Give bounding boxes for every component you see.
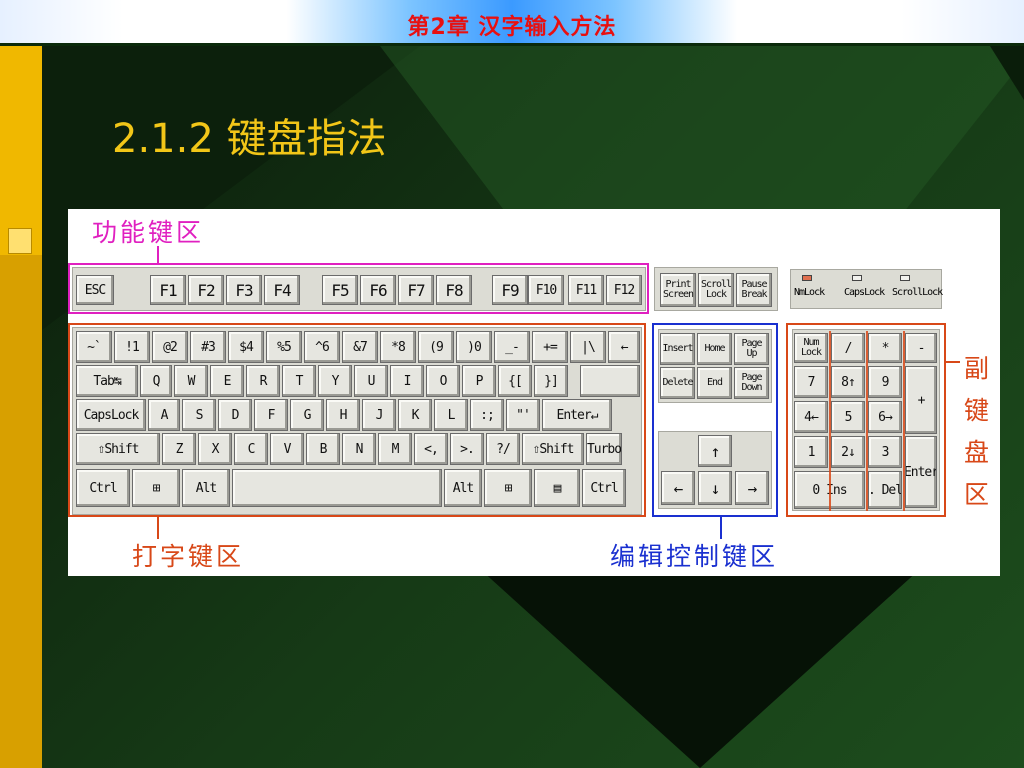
keypad-1-key: 1	[794, 436, 828, 468]
keypad-3-key: 3	[868, 436, 902, 468]
keypad-column-divider	[903, 331, 905, 511]
typing-zone-connector	[157, 517, 159, 539]
page-down-key: Page Down	[734, 367, 769, 399]
keypad-6-key: 6→	[868, 401, 902, 433]
keypad-zone-label-char: 区	[964, 480, 990, 509]
num-lock-key: Num Lock	[794, 333, 828, 363]
keypad-del-key: . Del	[868, 471, 902, 509]
function-zone-label: 功能键区	[92, 218, 205, 247]
scroll-lock-indicator: ScrollLock	[892, 287, 943, 298]
page-up-key: Page Up	[734, 333, 769, 365]
arrow-right-key: →	[735, 471, 769, 505]
end-key: End	[697, 367, 732, 399]
num-lock-indicator-light	[802, 275, 812, 281]
arrow-up-key: ↑	[698, 435, 732, 467]
arrow-down-key: ↓	[698, 471, 732, 505]
insert-key: Insert	[660, 333, 695, 365]
scroll-lock-indicator-light	[900, 275, 910, 281]
keypad-column-divider	[829, 331, 831, 511]
function-zone-box	[68, 263, 649, 314]
home-key: Home	[697, 333, 732, 365]
keypad-4-key: 4←	[794, 401, 828, 433]
print-screen-key: Print Screen	[660, 273, 696, 307]
keypad-zone-label-char: 键	[964, 396, 990, 425]
divide-key: /	[831, 333, 865, 363]
multiply-key: *	[868, 333, 902, 363]
function-zone-connector	[157, 246, 159, 264]
keypad-column-divider	[866, 331, 868, 511]
slide: 第2章 汉字输入方法 2.1.2 键盘指法 ESC F1 F2 F3 F4 F5 F6 F7 F…	[0, 0, 1024, 768]
pause-break-key: Pause Break	[736, 273, 772, 307]
keypad-9-key: 9	[868, 366, 902, 398]
scroll-lock-key: Scroll Lock	[698, 273, 734, 307]
plus-key: +	[905, 366, 937, 434]
keypad-5-key: 5	[831, 401, 865, 433]
left-accent-bar	[0, 0, 42, 768]
keyboard-diagram: ESC F1 F2 F3 F4 F5 F6 F7 F8 F9 F10 F11 F12 功能键区 Print …	[68, 209, 1000, 576]
section-title: 2.1.2 键盘指法	[112, 116, 387, 162]
editing-zone-label: 编辑控制键区	[610, 542, 779, 571]
keypad-8-key: 8↑	[831, 366, 865, 398]
editing-zone-connector	[720, 517, 722, 539]
keypad-zone-label-char: 盘	[964, 438, 990, 467]
chapter-title: 第2章 汉字输入方法	[407, 15, 617, 40]
chapter-header: 第2章 汉字输入方法	[0, 0, 1024, 46]
keypad-7-key: 7	[794, 366, 828, 398]
keypad-enter-key: Enter	[905, 436, 937, 508]
num-lock-indicator: NmLock	[794, 287, 825, 298]
minus-key: -	[905, 333, 937, 363]
keypad-zone-label-char: 副	[964, 354, 990, 383]
caps-lock-indicator-light	[852, 275, 862, 281]
keypad-zone-connector	[946, 361, 960, 363]
typing-zone-label: 打字键区	[132, 542, 245, 571]
caps-lock-indicator: CapsLock	[844, 287, 885, 298]
arrow-left-key: ←	[661, 471, 695, 505]
keypad-2-key: 2↓	[831, 436, 865, 468]
typing-zone-box	[68, 323, 646, 517]
delete-key: Delete	[660, 367, 695, 399]
accent-marker	[8, 228, 32, 254]
